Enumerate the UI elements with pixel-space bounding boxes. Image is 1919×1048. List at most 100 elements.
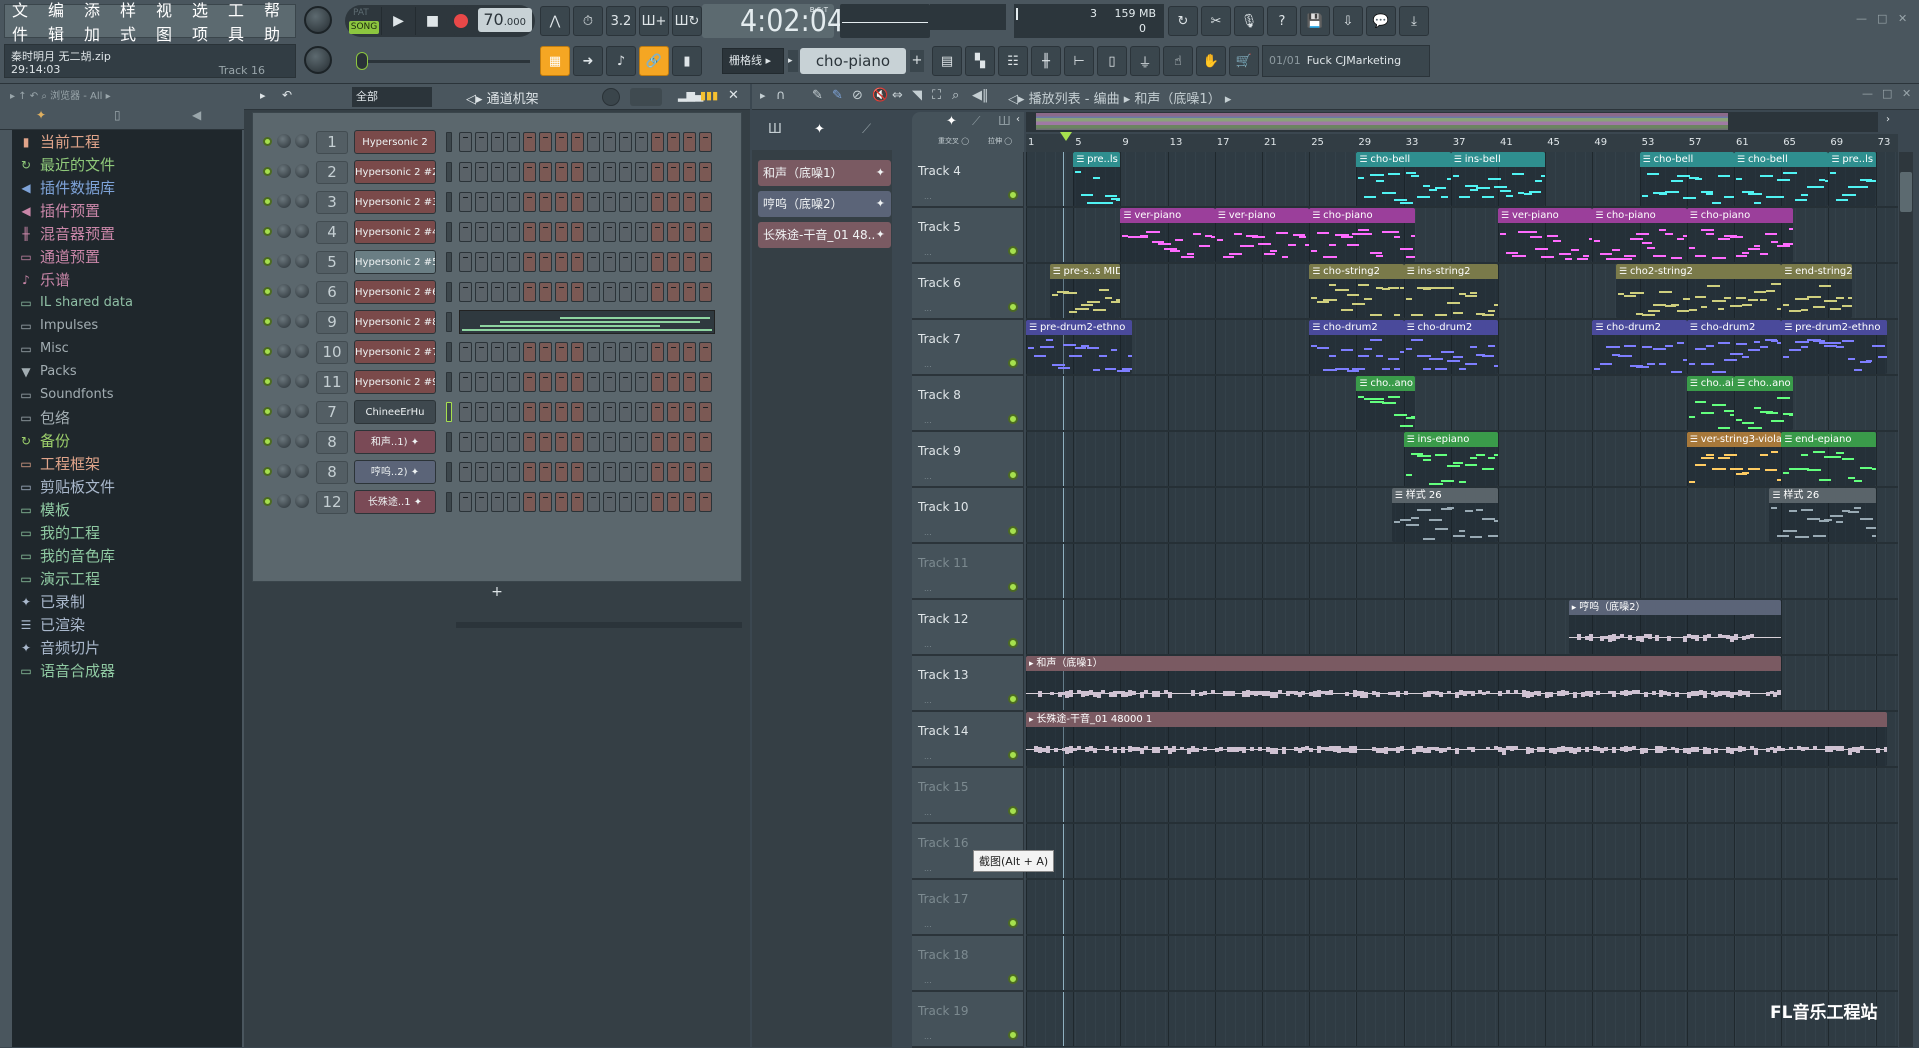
track-header[interactable]: Track 6... [912,264,1024,320]
step-button[interactable] [699,432,712,452]
step-button[interactable] [555,372,568,392]
step-button[interactable] [699,222,712,242]
playlist-clip[interactable]: cho-bell [1734,152,1829,206]
channel-mute-led[interactable] [263,347,272,356]
step-button[interactable] [635,402,648,422]
step-button[interactable] [571,282,584,302]
step-button[interactable] [603,222,616,242]
step-button[interactable] [555,492,568,512]
audio-clip-filter-icon[interactable]: ✦ [814,122,825,137]
step-button[interactable] [683,372,696,392]
step-button[interactable] [683,192,696,212]
wait-for-input-button[interactable]: ⏱ [573,6,603,36]
channel-select[interactable] [446,342,452,362]
step-button[interactable] [539,342,552,362]
channel-mute-led[interactable] [263,287,272,296]
playlist-clip[interactable]: cho-drum2 [1686,320,1782,374]
channel-mute-led[interactable] [263,257,272,266]
browser-item[interactable]: ▭ IL shared data [12,291,242,314]
link-button[interactable]: 🔗 [639,46,669,76]
step-button[interactable] [491,162,504,182]
master-slider[interactable] [360,60,530,63]
pianoroll-button[interactable]: ♪ [606,46,636,76]
step-button[interactable] [603,162,616,182]
step-button[interactable] [667,252,680,272]
step-button[interactable] [459,402,472,422]
step-button[interactable] [491,252,504,272]
channel-select[interactable] [446,132,452,152]
step-button[interactable] [459,432,472,452]
playlist-clip[interactable]: pre-drum2-ethno [1781,320,1888,374]
plugin-picker-button[interactable]: ▮ [672,46,702,76]
step-button[interactable] [475,492,488,512]
step-button[interactable] [699,402,712,422]
step-button[interactable] [699,132,712,152]
browser-item[interactable]: ✦ 音频切片 [12,636,242,659]
track-header[interactable]: Track 11... [912,544,1024,600]
pattern-track-icon[interactable]: Ш [998,114,1011,128]
slider-handle[interactable] [356,52,368,70]
track-mute-led[interactable] [1008,358,1018,368]
step-button[interactable] [635,252,648,272]
rack-scrollbar[interactable] [456,622,742,628]
chat-button[interactable]: 💬 [1366,6,1396,36]
playlist-clip[interactable]: 和声（底噪1） [1026,656,1782,710]
step-button[interactable] [667,402,680,422]
channel-mute-led[interactable] [263,377,272,386]
step-button[interactable] [635,492,648,512]
playlist-clip[interactable]: 长殊途-干音_01 48000 1 [1026,712,1888,766]
step-button[interactable] [587,462,600,482]
channel-name-button[interactable]: Hypersonic 2 #2 [354,160,436,184]
channel-mute-led[interactable] [263,317,272,326]
step-button[interactable] [539,132,552,152]
step-button[interactable] [603,492,616,512]
channel-select[interactable] [446,192,452,212]
channel-volume-knob[interactable] [277,224,291,238]
track-header[interactable]: Track 9... [912,432,1024,488]
step-button[interactable] [539,162,552,182]
pianoroll-view-button[interactable]: ▚ [965,46,995,76]
playlist-maximize-icon[interactable]: □ [1882,87,1892,100]
step-button[interactable] [459,462,472,482]
browser-item[interactable]: ▭ 演示工程 [12,567,242,590]
browser-item[interactable]: ↻ 备份 [12,429,242,452]
magnet-icon[interactable]: ∩ [776,88,786,103]
step-button[interactable] [459,192,472,212]
slip-tool-icon[interactable]: ⇔ [892,88,903,103]
playlist-clip[interactable]: pre..ls [1073,152,1121,206]
step-button[interactable] [619,252,632,272]
mute-tool-icon[interactable]: 🔇 [872,88,888,103]
step-button[interactable] [571,402,584,422]
save-button[interactable]: 💾 [1300,6,1330,36]
paint-tool-icon[interactable]: ✎ [832,88,843,103]
step-button[interactable] [619,132,632,152]
track-mute-led[interactable] [1008,470,1018,480]
step-button[interactable] [459,342,472,362]
channel-mute-led[interactable] [263,167,272,176]
step-button[interactable] [523,342,536,362]
step-button[interactable] [475,432,488,452]
step-button[interactable] [475,192,488,212]
playlist-clip[interactable]: cho-drum2 [1592,320,1687,374]
browser-item[interactable]: ╫ 混音器预置 [12,222,242,245]
step-button[interactable] [619,222,632,242]
pattern-filter-icon[interactable]: Ш [768,122,782,137]
playlist-minimize-icon[interactable]: — [1862,87,1873,100]
add-channel-button[interactable]: + [252,584,742,606]
step-button[interactable] [667,462,680,482]
browser-item[interactable]: ▭ 语音合成器 [12,659,242,682]
step-button[interactable] [603,402,616,422]
countdown-button[interactable]: 3.2 [606,6,636,36]
download-button[interactable]: ⤓ [1399,6,1429,36]
step-button[interactable] [491,402,504,422]
plugin-db-button[interactable]: ⏚ [1130,46,1160,76]
step-button[interactable] [651,372,664,392]
playlist-clip[interactable]: pre-drum2-ethno [1026,320,1133,374]
channel-select[interactable] [446,162,452,182]
step-button[interactable] [475,282,488,302]
song-position-clock[interactable]: 4:02:04 B:S:T [702,4,844,39]
browser-item[interactable]: ▭ 包络 [12,406,242,429]
track-mute-led[interactable] [1008,694,1018,704]
step-button[interactable] [475,252,488,272]
step-button[interactable] [651,402,664,422]
